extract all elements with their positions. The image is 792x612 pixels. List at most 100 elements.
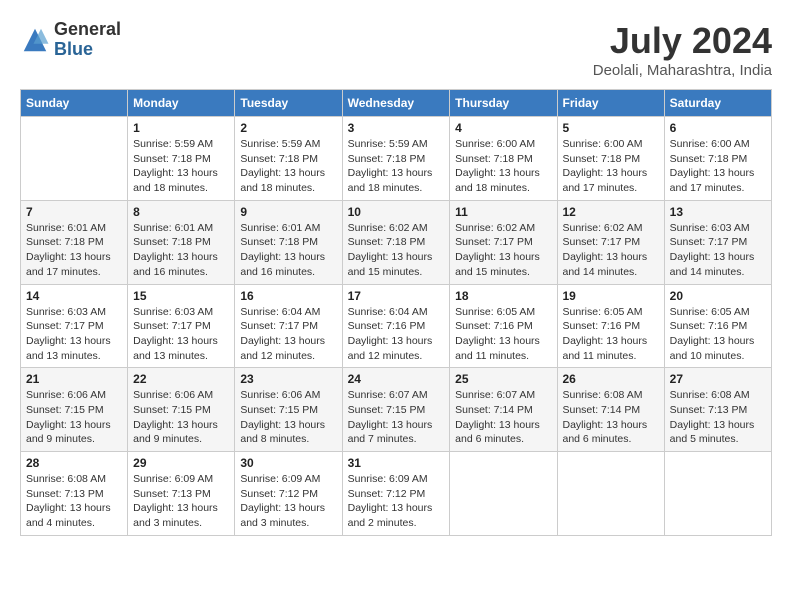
calendar-week-row: 1 Sunrise: 5:59 AM Sunset: 7:18 PM Daylig…: [21, 117, 772, 201]
day-info: Sunrise: 6:08 AM Sunset: 7:13 PM Dayligh…: [26, 472, 122, 531]
day-number: 17: [348, 289, 445, 303]
day-number: 14: [26, 289, 122, 303]
day-info: Sunrise: 6:07 AM Sunset: 7:14 PM Dayligh…: [455, 388, 551, 447]
day-number: 3: [348, 121, 445, 135]
day-info: Sunrise: 6:02 AM Sunset: 7:17 PM Dayligh…: [455, 221, 551, 280]
day-number: 13: [670, 205, 766, 219]
day-info: Sunrise: 5:59 AM Sunset: 7:18 PM Dayligh…: [133, 137, 229, 196]
weekday-header: Thursday: [450, 90, 557, 117]
calendar-cell: 30 Sunrise: 6:09 AM Sunset: 7:12 PM Dayli…: [235, 452, 342, 536]
calendar-cell: 22Sunrise: 6:06 AM Sunset: 7:15 PM Dayli…: [128, 368, 235, 452]
day-info: Sunrise: 6:09 AM Sunset: 7:12 PM Dayligh…: [240, 472, 336, 531]
day-number: 9: [240, 205, 336, 219]
title-area: July 2024 Deolali, Maharashtra, India: [593, 20, 772, 79]
day-number: 23: [240, 372, 336, 386]
day-number: 8: [133, 205, 229, 219]
day-number: 12: [563, 205, 659, 219]
calendar-cell: 13 Sunrise: 6:03 AM Sunset: 7:17 PM Dayli…: [664, 200, 771, 284]
weekday-header-row: SundayMondayTuesdayWednesdayThursdayFrid…: [21, 90, 772, 117]
day-number: 19: [563, 289, 659, 303]
weekday-header: Monday: [128, 90, 235, 117]
calendar-cell: 2 Sunrise: 5:59 AM Sunset: 7:18 PM Daylig…: [235, 117, 342, 201]
month-year: July 2024: [593, 20, 772, 62]
calendar-cell: 4 Sunrise: 6:00 AM Sunset: 7:18 PM Daylig…: [450, 117, 557, 201]
calendar-cell: 29Sunrise: 6:09 AM Sunset: 7:13 PM Dayli…: [128, 452, 235, 536]
location: Deolali, Maharashtra, India: [593, 62, 772, 79]
day-info: Sunrise: 6:07 AM Sunset: 7:15 PM Dayligh…: [348, 388, 445, 447]
logo: General Blue: [20, 20, 121, 60]
day-info: Sunrise: 6:02 AM Sunset: 7:18 PM Dayligh…: [348, 221, 445, 280]
day-number: 29: [133, 456, 229, 470]
calendar-week-row: 28 Sunrise: 6:08 AM Sunset: 7:13 PM Dayli…: [21, 452, 772, 536]
day-info: Sunrise: 5:59 AM Sunset: 7:18 PM Dayligh…: [348, 137, 445, 196]
calendar-cell: 15 Sunrise: 6:03 AM Sunset: 7:17 PM Dayli…: [128, 284, 235, 368]
calendar-cell: 14 Sunrise: 6:03 AM Sunset: 7:17 PM Dayli…: [21, 284, 128, 368]
calendar-cell: [664, 452, 771, 536]
day-info: Sunrise: 6:06 AM Sunset: 7:15 PM Dayligh…: [26, 388, 122, 447]
day-info: Sunrise: 6:05 AM Sunset: 7:16 PM Dayligh…: [455, 305, 551, 364]
calendar-cell: 3 Sunrise: 5:59 AM Sunset: 7:18 PM Daylig…: [342, 117, 450, 201]
day-number: 30: [240, 456, 336, 470]
day-info: Sunrise: 6:08 AM Sunset: 7:13 PM Dayligh…: [670, 388, 766, 447]
calendar-cell: 17 Sunrise: 6:04 AM Sunset: 7:16 PM Dayli…: [342, 284, 450, 368]
weekday-header: Saturday: [664, 90, 771, 117]
calendar-cell: 12 Sunrise: 6:02 AM Sunset: 7:17 PM Dayli…: [557, 200, 664, 284]
day-number: 6: [670, 121, 766, 135]
weekday-header: Sunday: [21, 90, 128, 117]
day-number: 11: [455, 205, 551, 219]
day-number: 18: [455, 289, 551, 303]
calendar-cell: 26Sunrise: 6:08 AM Sunset: 7:14 PM Dayli…: [557, 368, 664, 452]
logo-line1: General: [54, 20, 121, 40]
day-info: Sunrise: 6:05 AM Sunset: 7:16 PM Dayligh…: [563, 305, 659, 364]
day-info: Sunrise: 6:04 AM Sunset: 7:17 PM Dayligh…: [240, 305, 336, 364]
calendar-cell: 11 Sunrise: 6:02 AM Sunset: 7:17 PM Dayli…: [450, 200, 557, 284]
day-number: 15: [133, 289, 229, 303]
weekday-header: Tuesday: [235, 90, 342, 117]
weekday-header: Wednesday: [342, 90, 450, 117]
day-info: Sunrise: 6:05 AM Sunset: 7:16 PM Dayligh…: [670, 305, 766, 364]
day-info: Sunrise: 6:08 AM Sunset: 7:14 PM Dayligh…: [563, 388, 659, 447]
day-info: Sunrise: 5:59 AM Sunset: 7:18 PM Dayligh…: [240, 137, 336, 196]
calendar-cell: [21, 117, 128, 201]
day-info: Sunrise: 6:03 AM Sunset: 7:17 PM Dayligh…: [133, 305, 229, 364]
day-info: Sunrise: 6:04 AM Sunset: 7:16 PM Dayligh…: [348, 305, 445, 364]
day-number: 4: [455, 121, 551, 135]
logo-icon: [20, 25, 50, 55]
day-number: 1: [133, 121, 229, 135]
day-number: 31: [348, 456, 445, 470]
day-number: 22: [133, 372, 229, 386]
calendar-cell: 18 Sunrise: 6:05 AM Sunset: 7:16 PM Dayli…: [450, 284, 557, 368]
calendar-cell: 9 Sunrise: 6:01 AM Sunset: 7:18 PM Daylig…: [235, 200, 342, 284]
calendar-cell: 5Sunrise: 6:00 AM Sunset: 7:18 PM Daylig…: [557, 117, 664, 201]
day-info: Sunrise: 6:01 AM Sunset: 7:18 PM Dayligh…: [240, 221, 336, 280]
calendar-cell: 21 Sunrise: 6:06 AM Sunset: 7:15 PM Dayli…: [21, 368, 128, 452]
calendar-week-row: 21 Sunrise: 6:06 AM Sunset: 7:15 PM Dayli…: [21, 368, 772, 452]
day-number: 20: [670, 289, 766, 303]
day-info: Sunrise: 6:01 AM Sunset: 7:18 PM Dayligh…: [26, 221, 122, 280]
day-info: Sunrise: 6:09 AM Sunset: 7:12 PM Dayligh…: [348, 472, 445, 531]
day-number: 28: [26, 456, 122, 470]
logo-line2: Blue: [54, 40, 121, 60]
calendar-cell: 28 Sunrise: 6:08 AM Sunset: 7:13 PM Dayli…: [21, 452, 128, 536]
day-number: 25: [455, 372, 551, 386]
day-number: 27: [670, 372, 766, 386]
calendar-week-row: 14 Sunrise: 6:03 AM Sunset: 7:17 PM Dayli…: [21, 284, 772, 368]
day-number: 21: [26, 372, 122, 386]
day-number: 7: [26, 205, 122, 219]
page-header: General Blue July 2024 Deolali, Maharash…: [20, 20, 772, 79]
calendar-cell: 20 Sunrise: 6:05 AM Sunset: 7:16 PM Dayli…: [664, 284, 771, 368]
calendar-cell: 10 Sunrise: 6:02 AM Sunset: 7:18 PM Dayli…: [342, 200, 450, 284]
calendar-week-row: 7 Sunrise: 6:01 AM Sunset: 7:18 PM Daylig…: [21, 200, 772, 284]
day-number: 2: [240, 121, 336, 135]
calendar-cell: 7 Sunrise: 6:01 AM Sunset: 7:18 PM Daylig…: [21, 200, 128, 284]
calendar-cell: [450, 452, 557, 536]
calendar-cell: 1 Sunrise: 5:59 AM Sunset: 7:18 PM Daylig…: [128, 117, 235, 201]
calendar-table: SundayMondayTuesdayWednesdayThursdayFrid…: [20, 89, 772, 536]
day-info: Sunrise: 6:00 AM Sunset: 7:18 PM Dayligh…: [455, 137, 551, 196]
day-number: 10: [348, 205, 445, 219]
day-info: Sunrise: 6:03 AM Sunset: 7:17 PM Dayligh…: [670, 221, 766, 280]
calendar-cell: 23 Sunrise: 6:06 AM Sunset: 7:15 PM Dayli…: [235, 368, 342, 452]
day-info: Sunrise: 6:06 AM Sunset: 7:15 PM Dayligh…: [240, 388, 336, 447]
day-info: Sunrise: 6:02 AM Sunset: 7:17 PM Dayligh…: [563, 221, 659, 280]
day-info: Sunrise: 6:03 AM Sunset: 7:17 PM Dayligh…: [26, 305, 122, 364]
